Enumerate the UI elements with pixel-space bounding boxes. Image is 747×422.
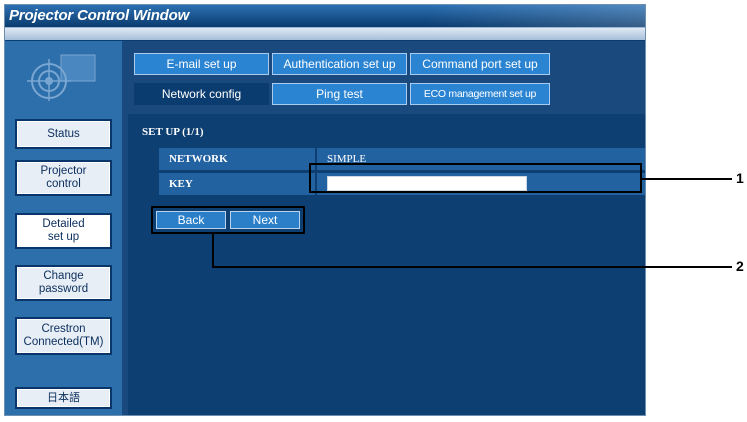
sidebar-item-detailed-set-up[interactable]: Detailed set up — [15, 213, 112, 249]
callout-number-1: 1 — [736, 170, 744, 186]
callout-line-2-vertical — [212, 234, 214, 267]
projector-logo-icon — [27, 54, 96, 101]
setup-panel: SET UP (1/1) NETWORK SIMPLE KEY — [128, 114, 645, 415]
tab-network-config[interactable]: Network config — [134, 83, 269, 105]
tab-eco-management-set-up[interactable]: ECO management set up — [410, 83, 550, 105]
tab-command-port-set-up[interactable]: Command port set up — [410, 53, 550, 75]
tab-ping-test[interactable]: Ping test — [272, 83, 407, 105]
header-strip — [5, 28, 645, 40]
sidebar-item-change-password[interactable]: Change password — [15, 265, 112, 301]
sidebar-item-status[interactable]: Status — [15, 119, 112, 149]
sidebar-item-crestron-connected[interactable]: Crestron Connected(TM) — [15, 317, 112, 355]
sidebar: Status Projector control Detailed set up… — [5, 41, 122, 415]
window-title: Projector Control Window — [9, 7, 190, 24]
title-bar: Projector Control Window — [5, 5, 645, 28]
tab-email-set-up[interactable]: E-mail set up — [134, 53, 269, 75]
callout-line-1 — [642, 178, 732, 180]
callout-number-2: 2 — [736, 258, 744, 274]
key-label: KEY — [159, 173, 315, 195]
sidebar-item-japanese[interactable]: 日本語 — [15, 387, 112, 409]
sidebar-item-projector-control[interactable]: Projector control — [15, 160, 112, 196]
callout-box-2 — [151, 206, 305, 234]
callout-box-1 — [309, 163, 642, 193]
tab-authentication-set-up[interactable]: Authentication set up — [272, 53, 407, 75]
projector-control-window: Projector Control Window Status Projecto… — [4, 4, 646, 416]
setup-page-label: SET UP (1/1) — [142, 126, 204, 138]
callout-line-2-horizontal — [212, 266, 732, 268]
network-label: NETWORK — [159, 148, 315, 170]
